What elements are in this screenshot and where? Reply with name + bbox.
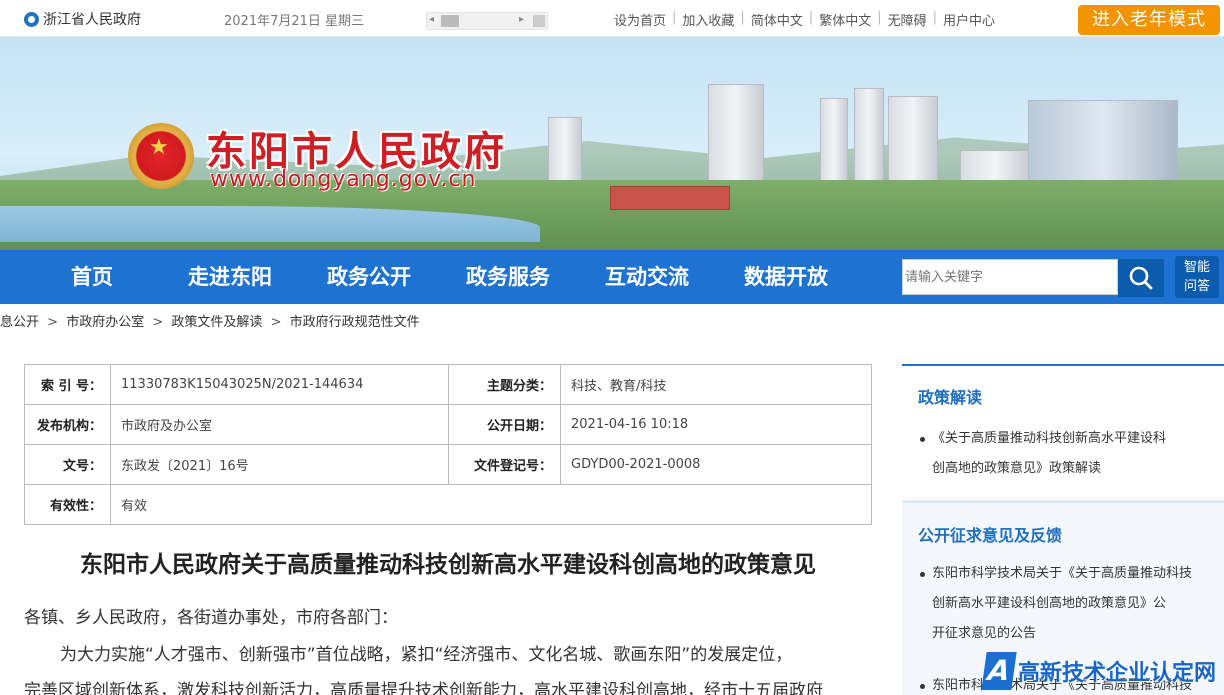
set-homepage-link[interactable]: 设为首页 (614, 10, 666, 29)
utility-links: 设为首页 | 加入收藏 | 简体中文 | 繁体中文 | 无障碍 | 用户中心 (614, 10, 995, 29)
emblem-star-icon: ★ (149, 135, 169, 160)
link-line: 创高地的政策意见》政策解读 (932, 461, 1102, 476)
nav-open-data[interactable]: 数据开放 (744, 250, 828, 304)
scroll-left-icon[interactable]: ◂ (429, 14, 434, 25)
watermark-text: 高新技术企业认定网 (1018, 660, 1217, 686)
document-info-table: 索 引 号： 11330783K15043025N/2021-144634 主题… (24, 364, 872, 525)
document-salutation: 各镇、乡人民政府，各街道办事处，市府各部门： (24, 608, 398, 628)
policy-interpretation-link[interactable]: 《关于高质量推动科技创新高水平建设科 创高地的政策意见》政策解读 (918, 424, 1204, 484)
separator: | (808, 10, 814, 25)
topic-value: 科技、教育/科技 (560, 364, 872, 405)
banner-building (820, 98, 848, 188)
banner-building (888, 96, 938, 188)
banner-building (854, 88, 884, 188)
document-paragraph: 完善区域创新体系，激发科技创新活力，高质量提升技术创新能力，高水平建设科创高地，… (24, 681, 823, 695)
scroller-thumb[interactable] (441, 15, 459, 27)
accessibility-link[interactable]: 无障碍 (888, 10, 927, 29)
validity-value: 有效 (110, 484, 872, 525)
province-link[interactable]: 浙江省人民政府 (24, 9, 141, 29)
separator: | (932, 10, 938, 25)
link-line: 《关于高质量推动科技创新高水平建设科 (932, 431, 1167, 446)
table-row: 发布机构： 市政府及办公室 公开日期： 2021-04-16 10:18 (24, 404, 872, 445)
pubdate-value: 2021-04-16 10:18 (560, 404, 872, 445)
breadcrumb-separator: > (47, 315, 59, 330)
pubdate-label: 公开日期： (448, 404, 561, 445)
elder-mode-button[interactable]: 进入老年模式 (1078, 5, 1220, 35)
search-icon (1129, 266, 1153, 290)
docno-value: 东政发〔2021〕16号 (110, 444, 449, 485)
breadcrumb-separator: > (152, 315, 164, 330)
document-title: 东阳市人民政府关于高质量推动科技创新高水平建设科创高地的政策意见 (80, 552, 816, 578)
policy-interpretation-heading[interactable]: 政策解读 (918, 384, 982, 408)
nav-government-services[interactable]: 政务服务 (466, 250, 550, 304)
table-row: 索 引 号： 11330783K15043025N/2021-144634 主题… (24, 364, 872, 405)
link-line: 东阳市科学技术局关于《关于高质量推动科技 (932, 566, 1193, 581)
link-line: 创新高水平建设科创高地的政策意见》公 (932, 596, 1167, 611)
site-url: www.dongyang.gov.cn (210, 167, 477, 192)
banner-building (610, 186, 730, 210)
top-bar: 浙江省人民政府 2021年7月21日 星期三 ◂ ▸ 设为首页 | 加入收藏 |… (0, 0, 1224, 37)
search-button[interactable] (1118, 259, 1164, 297)
table-row: 文号： 东政发〔2021〕16号 文件登记号： GDYD00-2021-0008 (24, 444, 872, 485)
breadcrumb-normative-docs[interactable]: 市政府行政规范性文件 (290, 315, 420, 330)
topic-label: 主题分类： (448, 364, 561, 405)
smart-qa-label-2: 问答 (1183, 279, 1210, 294)
breadcrumb-info-disclosure[interactable]: 息公开 (0, 315, 39, 330)
breadcrumb-gov-office[interactable]: 市政府办公室 (66, 315, 144, 330)
separator: | (672, 10, 677, 25)
regno-value: GDYD00-2021-0008 (560, 444, 872, 485)
scroller-end (533, 15, 545, 27)
breadcrumb: 息公开 > 市政府办公室 > 政策文件及解读 > 市政府行政规范性文件 (0, 311, 420, 330)
add-favorite-link[interactable]: 加入收藏 (682, 10, 734, 29)
province-label: 浙江省人民政府 (43, 12, 141, 28)
zhejiang-logo-icon (24, 11, 39, 27)
policy-interpretation-panel: 政策解读 《关于高质量推动科技创新高水平建设科 创高地的政策意见》政策解读 (902, 364, 1224, 502)
regno-label: 文件登记号： (448, 444, 561, 485)
traditional-chinese-link[interactable]: 繁体中文 (819, 10, 871, 29)
scroll-right-icon[interactable]: ▸ (519, 14, 524, 25)
current-date: 2021年7月21日 星期三 (224, 14, 365, 29)
nav-government-affairs[interactable]: 政务公开 (327, 250, 411, 304)
separator: | (740, 10, 745, 25)
simplified-chinese-link[interactable]: 简体中文 (751, 10, 803, 29)
org-value: 市政府及办公室 (110, 404, 449, 445)
table-row: 有效性： 有效 (24, 484, 872, 525)
site-banner: ★ 东阳市人民政府 www.dongyang.gov.cn (0, 37, 1224, 250)
weather-scroller[interactable]: ◂ ▸ (426, 12, 548, 30)
document-paragraph: 为大力实施“人才强市、创新强市”首位战略，紧扣“经济强市、文化名城、歌画东阳”的… (60, 645, 793, 665)
search-input[interactable] (902, 259, 1118, 295)
link-line: 开征求意见的公告 (932, 626, 1037, 641)
nav-about-dongyang[interactable]: 走进东阳 (188, 250, 272, 304)
public-consultation-heading[interactable]: 公开征求意见及反馈 (918, 522, 1062, 546)
breadcrumb-separator: > (270, 315, 282, 330)
index-value: 11330783K15043025N/2021-144634 (110, 364, 449, 405)
user-center-link[interactable]: 用户中心 (943, 10, 995, 29)
index-label: 索 引 号： (24, 364, 111, 405)
smart-qa-label-1: 智能 (1183, 260, 1210, 275)
watermark-logo-icon: A (981, 651, 1017, 690)
separator: | (877, 10, 882, 25)
org-label: 发布机构： (24, 404, 111, 445)
consultation-link[interactable]: 东阳市科学技术局关于《关于高质量推动科技 创新高水平建设科创高地的政策意见》公 … (918, 559, 1204, 649)
smart-qa-button[interactable]: 智能 问答 (1175, 256, 1219, 298)
validity-label: 有效性： (24, 484, 111, 525)
nav-home[interactable]: 首页 (71, 250, 113, 304)
national-emblem-icon: ★ (128, 123, 194, 189)
docno-label: 文号： (24, 444, 111, 485)
banner-building (708, 84, 764, 192)
site-watermark: A 高新技术企业认定网 (981, 646, 1224, 695)
nav-interaction[interactable]: 互动交流 (605, 250, 689, 304)
breadcrumb-policy-docs[interactable]: 政策文件及解读 (171, 315, 262, 330)
